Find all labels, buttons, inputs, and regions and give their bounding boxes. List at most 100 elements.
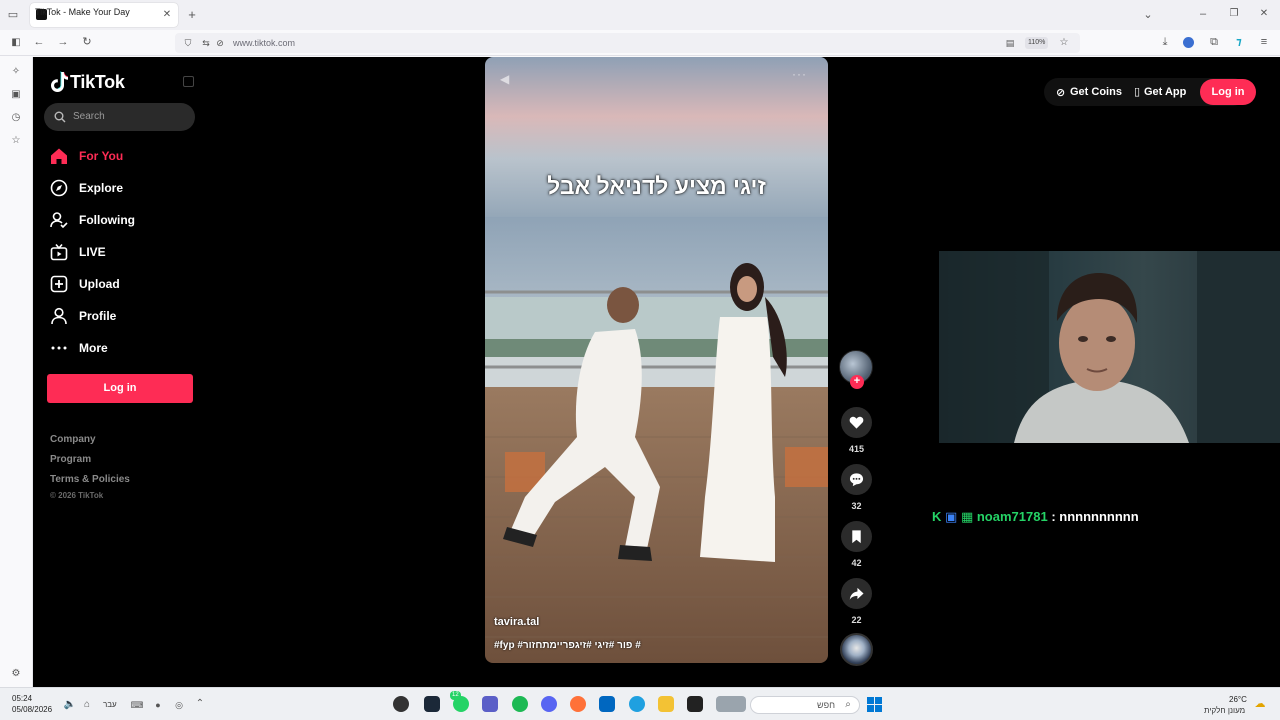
- weather-temperature[interactable]: 26°C: [1229, 695, 1247, 704]
- discord-icon[interactable]: [541, 696, 557, 712]
- firefox-icon[interactable]: [570, 696, 586, 712]
- video-player[interactable]: ◀ ··· זיגי מציע לדניאל אבל tavira.tal #f…: [485, 57, 828, 663]
- store-icon[interactable]: [599, 696, 615, 712]
- footer-terms-link[interactable]: Terms & Policies: [50, 474, 130, 485]
- taskbar-time[interactable]: 05:24: [12, 694, 32, 703]
- bookmarks-icon[interactable]: ☆: [9, 135, 23, 147]
- reload-icon[interactable]: ↻: [80, 36, 94, 48]
- minimize-icon[interactable]: –: [1196, 8, 1210, 20]
- taskbar-date[interactable]: 05/08/2026: [12, 705, 52, 714]
- teams-icon[interactable]: [482, 696, 498, 712]
- bookmark-button[interactable]: [841, 521, 872, 552]
- extensions-icon[interactable]: ⧉: [1207, 36, 1221, 48]
- mute-icon[interactable]: ◀: [500, 72, 509, 86]
- nav-label: Profile: [79, 309, 117, 323]
- search-icon: ⌕: [845, 699, 851, 710]
- footer-program-link[interactable]: Program: [50, 454, 91, 465]
- sidebar-login-button[interactable]: Log in: [47, 374, 193, 403]
- footer-company-link[interactable]: Company: [50, 434, 96, 445]
- permissions-icon[interactable]: ⇆: [199, 37, 213, 49]
- synced-tabs-icon[interactable]: ▣: [9, 89, 23, 101]
- window-close-icon[interactable]: ✕: [1257, 8, 1271, 20]
- nav-for-you[interactable]: For You: [50, 145, 200, 169]
- comment-icon: [849, 473, 864, 487]
- edge-icon[interactable]: [629, 696, 645, 712]
- network-icon[interactable]: ⌂: [80, 699, 94, 711]
- translate-extension-icon[interactable]: ⁊: [1232, 36, 1246, 48]
- maximize-icon[interactable]: ❐: [1227, 8, 1241, 20]
- ai-chat-icon[interactable]: ✧: [9, 66, 23, 78]
- more-options-icon[interactable]: ···: [792, 67, 807, 81]
- like-button[interactable]: [841, 407, 872, 438]
- sidebar-toggle-icon[interactable]: ◧: [9, 37, 23, 49]
- back-icon[interactable]: ←: [32, 36, 46, 48]
- phone-icon: ▯: [1134, 86, 1141, 98]
- get-coins-button[interactable]: Get Coins: [1070, 86, 1122, 98]
- bookmark-count: 42: [851, 558, 862, 568]
- nav-more[interactable]: More: [50, 337, 200, 361]
- following-icon: [50, 212, 68, 229]
- profile-icon: [51, 307, 67, 325]
- menu-icon[interactable]: ≡: [1257, 36, 1271, 48]
- history-icon[interactable]: ◷: [9, 112, 23, 124]
- widgets-icon[interactable]: [716, 696, 746, 712]
- nav-upload[interactable]: Upload: [50, 273, 200, 297]
- nav-live[interactable]: LIVE: [50, 241, 200, 265]
- header-login-button[interactable]: Log in: [1200, 79, 1256, 105]
- zoom-level[interactable]: 110%: [1025, 37, 1049, 49]
- url-bar[interactable]: ⛉ ⇆ ⊘ www.tiktok.com ▤ 110% ☆: [175, 33, 1080, 53]
- forward-icon[interactable]: →: [56, 36, 70, 48]
- tracking-icon[interactable]: ⊘: [213, 37, 227, 49]
- nav-explore[interactable]: Explore: [50, 177, 200, 201]
- taskbar-app-icon[interactable]: [393, 696, 409, 712]
- tray-chevron-up-icon[interactable]: ⌃: [193, 698, 207, 710]
- microphone-icon[interactable]: ●: [151, 699, 165, 711]
- new-tab-icon[interactable]: +: [185, 8, 199, 21]
- volume-icon[interactable]: 🔈: [63, 699, 77, 711]
- close-tab-icon[interactable]: ✕: [160, 9, 174, 21]
- keyboard-icon[interactable]: ⌨: [130, 699, 144, 711]
- steam-icon[interactable]: [424, 696, 440, 712]
- video-author[interactable]: tavira.tal: [494, 616, 539, 628]
- collapse-sidebar-icon[interactable]: [183, 76, 194, 87]
- chat-message-text: nnnnnnnnnn: [1059, 509, 1139, 524]
- chat-badge-icon: ▦: [960, 509, 974, 524]
- download-icon[interactable]: ⤓: [1158, 36, 1172, 48]
- taskbar-search[interactable]: חפש ⌕: [750, 696, 860, 714]
- tiktok-logo-icon[interactable]: [50, 71, 68, 93]
- terminal-icon[interactable]: [687, 696, 703, 712]
- share-button[interactable]: [841, 578, 872, 609]
- spotify-icon[interactable]: [512, 696, 528, 712]
- follow-plus-icon[interactable]: +: [850, 375, 864, 389]
- windows-start-icon[interactable]: [867, 697, 882, 712]
- music-disc-icon[interactable]: [840, 633, 873, 666]
- video-overlay-caption: זיגי מציע לדניאל אבל: [547, 173, 766, 199]
- tab-list-icon[interactable]: ▭: [6, 9, 20, 21]
- bookmark-icon: [852, 530, 861, 544]
- weather-description[interactable]: מעונן חלקית: [1204, 706, 1245, 715]
- home-icon: [51, 148, 67, 164]
- video-hashtags[interactable]: #fyp #פור #זיגי #זיגפריימתחזור #: [494, 640, 641, 651]
- account-icon[interactable]: [1183, 37, 1194, 48]
- nav-following[interactable]: Following: [50, 209, 200, 233]
- more-icon: [51, 346, 67, 350]
- tray-app-icon[interactable]: ◎: [172, 699, 186, 711]
- search-icon: [54, 111, 66, 123]
- stream-chat-message: K ▣ ▦ noam71781 : nnnnnnnnnn: [932, 509, 1139, 525]
- chevron-down-icon[interactable]: ⌄: [1141, 9, 1155, 21]
- navigation-toolbar: ◧ ← → ↻ ⛉ ⇆ ⊘ www.tiktok.com ▤ 110% ☆ ⤓ …: [0, 30, 1280, 56]
- nav-profile[interactable]: Profile: [50, 305, 200, 329]
- shield-icon[interactable]: ⛉: [181, 37, 195, 49]
- get-app-button[interactable]: Get App: [1144, 86, 1186, 98]
- settings-icon[interactable]: ⚙: [9, 668, 23, 680]
- upload-icon: [50, 275, 68, 293]
- bookmark-star-icon[interactable]: ☆: [1057, 37, 1071, 49]
- reader-view-icon[interactable]: ▤: [1003, 37, 1017, 49]
- file-explorer-icon[interactable]: [658, 696, 674, 712]
- search-input[interactable]: Search: [44, 103, 195, 131]
- tiktok-logo-text[interactable]: TikTok: [70, 72, 125, 93]
- coin-icon: ⊘: [1056, 87, 1066, 99]
- weather-icon[interactable]: ☁: [1253, 698, 1267, 710]
- comment-button[interactable]: [841, 464, 872, 495]
- language-indicator[interactable]: עבר: [103, 700, 117, 709]
